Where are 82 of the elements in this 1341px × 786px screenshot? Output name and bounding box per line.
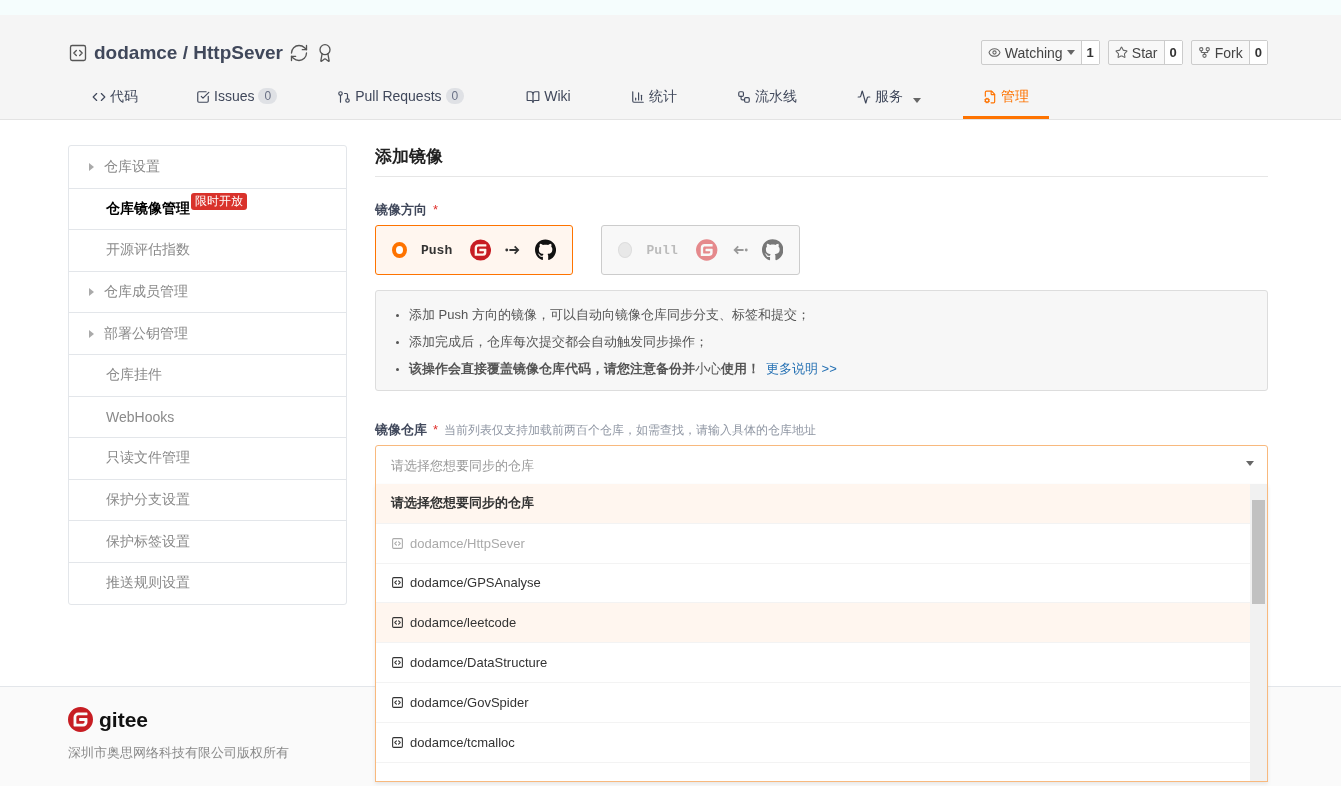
nav-tab[interactable]: Issues 0 (176, 88, 298, 119)
repo-icon (391, 695, 404, 709)
sidebar-item[interactable]: 推送规则设置 (106, 574, 190, 593)
more-info-link[interactable]: 更多说明 >> (766, 361, 837, 376)
checklist-icon (196, 90, 210, 105)
section-title: 添加镜像 (375, 145, 1268, 177)
bullet-icon (396, 368, 399, 371)
sidebar-item[interactable]: 保护标签设置 (106, 532, 190, 551)
expand-arrow-icon (89, 329, 94, 338)
sync-icon (289, 42, 309, 63)
nav-tab[interactable]: 统计 (610, 88, 697, 119)
pull-request-icon (337, 90, 352, 105)
repo-icon (391, 536, 404, 550)
notice-text: 添加 Push 方向的镜像，可以自动向镜像仓库同步分支、标签和提交； (409, 306, 810, 324)
required-mark: * (433, 422, 439, 437)
repo-icon (391, 576, 404, 590)
bullet-icon (396, 314, 399, 317)
dropdown-option[interactable]: dodamce/GovSpider (376, 683, 1250, 723)
sidebar-item[interactable]: 只读文件管理 (106, 449, 190, 468)
field-label: 镜像仓库 (375, 421, 427, 439)
repository-select[interactable]: 请选择您想要同步的仓库 (375, 445, 1268, 485)
repo-title: dodamce / HttpSever (94, 41, 283, 64)
nav-tab[interactable]: Wiki (506, 88, 591, 119)
sidebar-item[interactable]: 仓库镜像管理 (106, 199, 190, 218)
notice-text: 该操作会直接覆盖镜像仓库代码，请您注意备份并小心使用！ 更多说明 >> (409, 360, 837, 378)
field-hint: 当前列表仅支持加载前两百个仓库，如需查找，请输入具体的仓库地址 (444, 422, 817, 439)
social-button[interactable]: Fork 0 (1190, 40, 1268, 66)
repo-icon (68, 42, 88, 63)
star-icon (1114, 46, 1128, 60)
expand-arrow-icon (89, 288, 94, 297)
nav-tab[interactable]: 服务 (836, 88, 941, 119)
dropdown-caret-icon (1246, 461, 1254, 466)
bar-chart-icon (630, 90, 645, 105)
caret-icon (912, 98, 921, 104)
dropdown-option[interactable]: dodamce/leetcode (376, 603, 1250, 644)
workflow-icon (736, 90, 751, 105)
dropdown-option[interactable]: dodamce/tcmalloc (376, 722, 1250, 763)
repo-icon (391, 656, 404, 670)
notice-text: 添加完成后，仓库每次提交都会自动触发同步操作； (409, 333, 708, 351)
scrollbar[interactable] (1250, 484, 1267, 781)
social-button[interactable]: Star 0 (1107, 40, 1183, 66)
tab-count: 0 (445, 88, 465, 105)
sidebar-item[interactable]: 仓库成员管理 (89, 283, 188, 302)
caret-icon (1066, 50, 1075, 56)
right-arrow-icon (505, 245, 521, 255)
gitee-logo-icon (470, 238, 492, 262)
gitee-logo-icon (68, 707, 93, 732)
radio-icon (618, 242, 633, 258)
nav-tab[interactable]: Pull Requests 0 (317, 88, 485, 119)
github-logo-icon (534, 238, 556, 262)
sidebar-item[interactable]: 仓库设置 (89, 157, 160, 176)
book-icon (526, 90, 541, 105)
direction-option[interactable]: Push (375, 225, 573, 275)
eye-icon (987, 46, 1001, 60)
nav-tab[interactable]: 代码 (72, 88, 158, 119)
bullet-icon (396, 341, 399, 344)
social-button[interactable]: Watching 1 (980, 40, 1100, 66)
expand-arrow-icon (89, 162, 94, 171)
radio-icon (392, 242, 407, 258)
required-mark: * (433, 202, 439, 217)
field-label: 镜像方向 (375, 201, 427, 219)
brand-name: gitee (99, 707, 148, 732)
left-arrow-icon (731, 245, 748, 255)
sidebar-item[interactable]: 保护分支设置 (106, 491, 190, 510)
dropdown-option[interactable]: dodamce/GPSAnalyse (376, 563, 1250, 604)
dropdown-option[interactable]: dodamce/DataStructure (376, 643, 1250, 683)
copyright-text: 深圳市奥思网络科技有限公司版权所有 (68, 744, 290, 762)
repo-icon (391, 735, 404, 749)
fork-icon (1197, 46, 1211, 60)
sidebar-item[interactable]: 仓库挂件 (106, 366, 162, 385)
sidebar-item[interactable]: 开源评估指数 (106, 241, 190, 260)
repo-icon (391, 616, 404, 630)
gitee-logo-icon (696, 238, 718, 262)
sidebar-item[interactable]: 部署公钥管理 (89, 324, 188, 343)
pulse-icon (856, 90, 871, 105)
nav-tab[interactable]: 流水线 (716, 88, 817, 119)
sidebar-item[interactable]: WebHooks (106, 408, 175, 425)
dropdown-option[interactable]: 请选择您想要同步的仓库 (376, 484, 1250, 524)
document-icon (982, 90, 997, 105)
tab-count: 0 (258, 88, 278, 105)
promo-badge: 限时开放 (191, 192, 247, 210)
github-logo-icon (761, 238, 783, 262)
